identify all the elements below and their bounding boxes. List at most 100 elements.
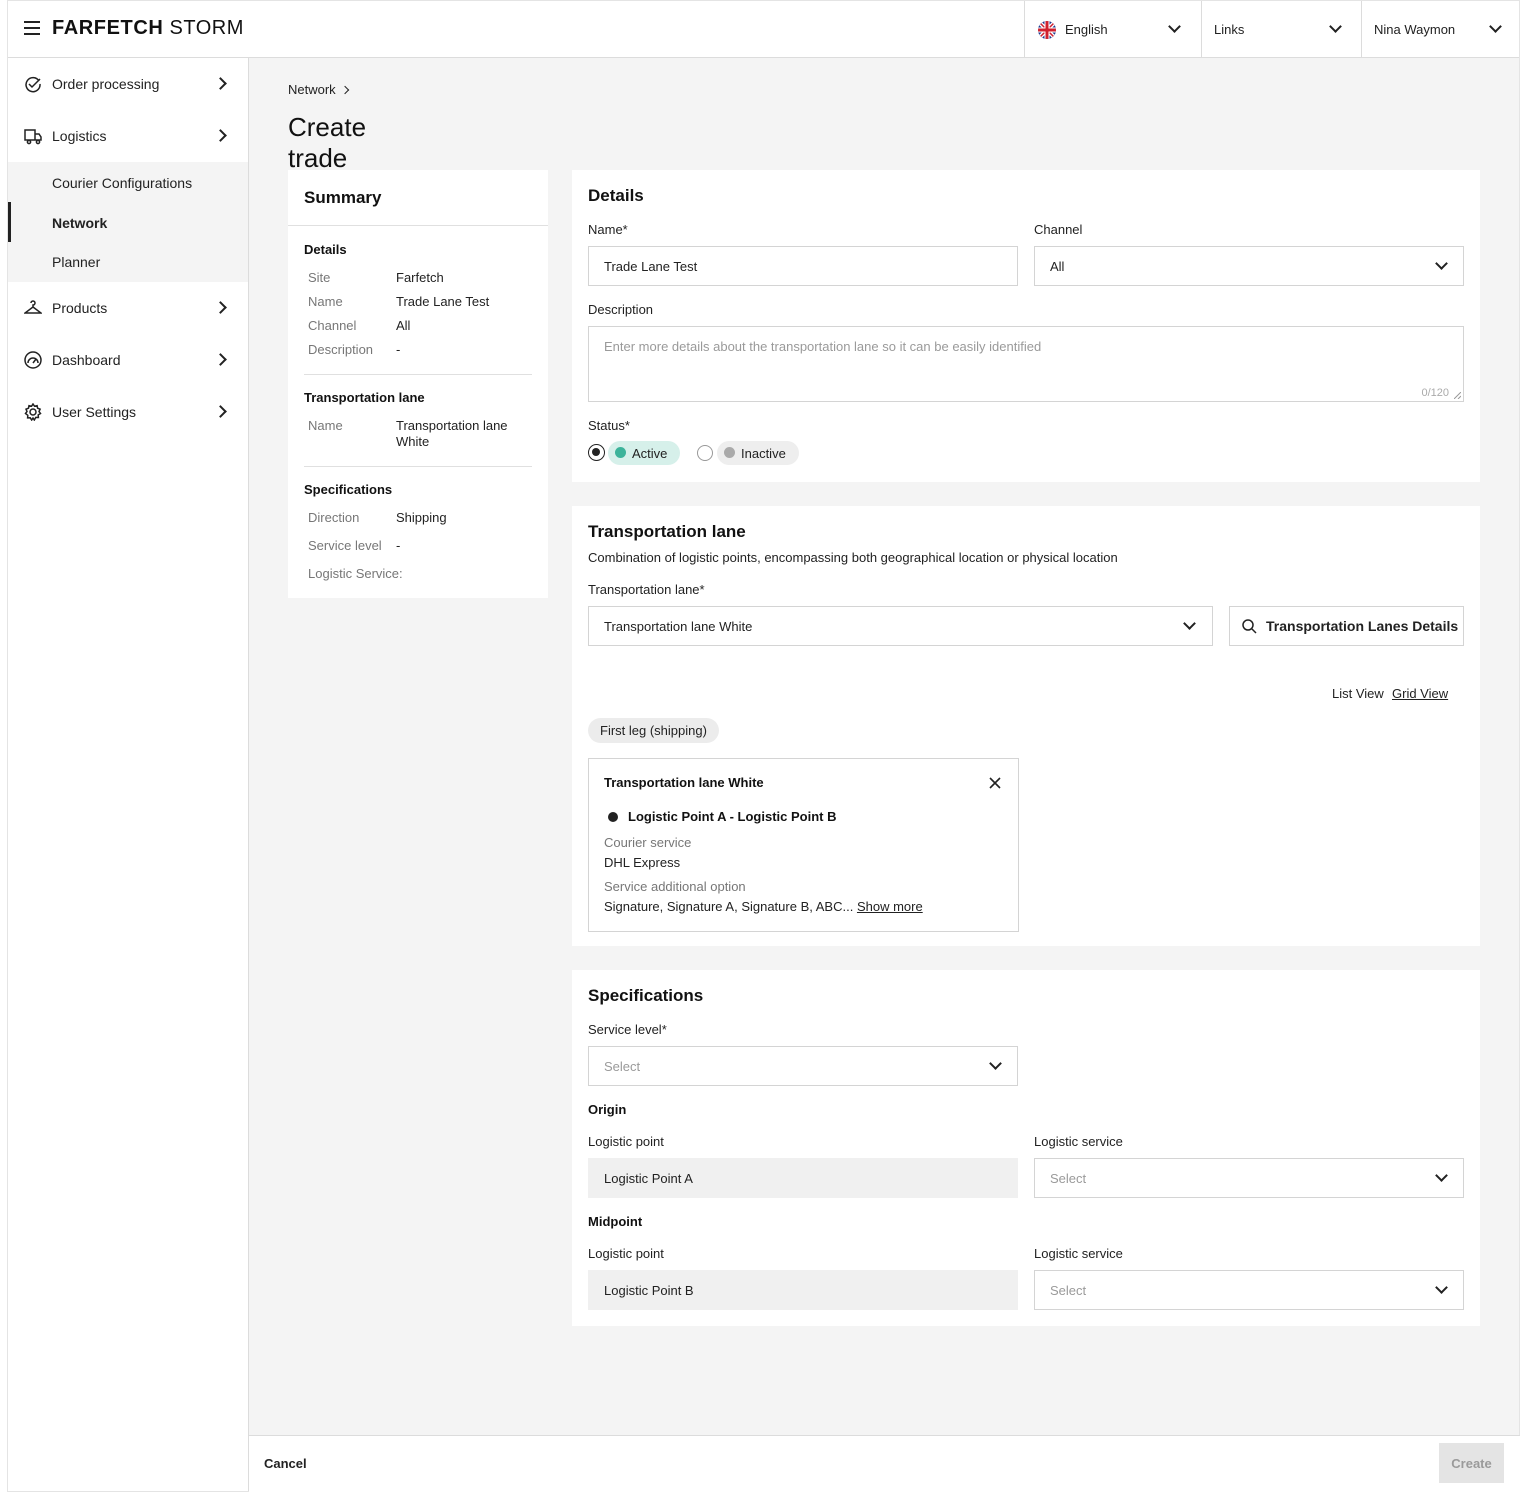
status-inactive-label: Inactive (741, 445, 786, 461)
service-option-label: Service additional option (604, 879, 746, 894)
character-counter: 0/120 (1421, 387, 1449, 399)
name-value: Trade Lane Test (604, 258, 698, 274)
chevron-right-icon (214, 405, 227, 418)
gauge-icon (24, 351, 42, 369)
sidebar-subitem-planner[interactable]: Planner (52, 254, 100, 270)
hamburger-menu-icon[interactable] (24, 21, 40, 35)
summary-spec-heading: Specifications (304, 482, 393, 497)
transportation-lane-section: Transportation lane Combination of logis… (572, 506, 1480, 946)
truck-icon (24, 129, 42, 145)
search-icon (1242, 619, 1257, 634)
chevron-right-icon (214, 77, 227, 90)
breadcrumb: Network (288, 82, 349, 97)
midpoint-heading: Midpoint (588, 1214, 643, 1229)
summary-panel: Summary Details Site Farfetch Name Trade… (288, 170, 548, 598)
summary-value: Shipping (396, 510, 447, 525)
inactive-dot-icon (724, 447, 735, 458)
sidebar-item-label: User Settings (52, 404, 137, 420)
midpoint-logistic-point-field: Logistic Point B (588, 1270, 1018, 1310)
channel-value: All (1050, 258, 1065, 274)
chevron-down-icon (1329, 20, 1342, 33)
transportation-lane-select[interactable]: Transportation lane White (588, 606, 1213, 646)
description-textarea[interactable]: Enter more details about the transportat… (588, 326, 1464, 402)
sidebar-item-products[interactable]: Products (8, 283, 249, 333)
description-placeholder: Enter more details about the transportat… (604, 339, 1042, 354)
channel-select[interactable]: All (1034, 246, 1464, 286)
divider (304, 466, 532, 467)
lane-route: Logistic Point A - Logistic Point B (628, 809, 837, 824)
top-bar: FARFETCH STORM English Links Nina Waymon (8, 1, 1519, 58)
specifications-title: Specifications (588, 986, 704, 1005)
transportation-lane-field-label: Transportation lane* (588, 582, 705, 597)
summary-value: All (396, 318, 411, 333)
active-dot-icon (615, 447, 626, 458)
chevron-right-icon (214, 301, 227, 314)
transportation-lane-subtitle: Combination of logistic points, encompas… (588, 550, 1118, 565)
summary-key: Channel (308, 318, 357, 333)
summary-key: Site (308, 270, 331, 285)
midpoint-logistic-point-value: Logistic Point B (604, 1282, 694, 1298)
chevron-right-icon (214, 129, 227, 142)
summary-value: - (396, 342, 401, 357)
service-level-placeholder: Select (604, 1058, 641, 1074)
gear-icon (24, 403, 42, 421)
sidebar-subitem-courier-configurations[interactable]: Courier Configurations (52, 175, 192, 191)
sidebar-item-label: Logistics (52, 128, 107, 144)
brand-logo[interactable]: FARFETCH STORM (52, 17, 244, 40)
summary-key: Description (308, 342, 374, 357)
status-inactive-chip[interactable]: Inactive (717, 441, 799, 465)
summary-key: Service level (308, 538, 382, 553)
summary-value: Transportation lane White (396, 418, 508, 449)
create-button[interactable]: Create (1439, 1443, 1504, 1483)
lane-card: Transportation lane White Logistic Point… (588, 758, 1019, 932)
links-menu[interactable]: Links (1201, 1, 1361, 58)
cancel-button[interactable]: Cancel (264, 1456, 307, 1471)
status-active-label: Active (632, 445, 668, 461)
details-title: Details (588, 186, 644, 205)
origin-logistic-point-value: Logistic Point A (604, 1170, 693, 1186)
footer-action-bar: Cancel Create (249, 1435, 1520, 1492)
sidebar-subitem-network[interactable]: Network (52, 215, 107, 231)
description-label: Description (588, 302, 654, 317)
grid-view-toggle[interactable]: Grid View (1392, 686, 1448, 701)
midpoint-logistic-service-placeholder: Select (1050, 1282, 1087, 1298)
divider (304, 374, 532, 375)
list-view-toggle[interactable]: List View (1332, 686, 1384, 701)
origin-logistic-service-select[interactable]: Select (1034, 1158, 1464, 1198)
logistics-submenu: Courier Configurations Network Planner (8, 162, 248, 282)
status-inactive-radio[interactable] (697, 445, 713, 461)
name-input[interactable]: Trade Lane Test (588, 246, 1018, 286)
sidebar-item-order-processing[interactable]: Order processing (8, 59, 249, 109)
summary-key: Name (308, 418, 343, 433)
midpoint-logistic-service-label: Logistic service (1034, 1246, 1123, 1261)
uk-flag-icon (1038, 21, 1056, 39)
details-button-label: Transportation Lanes Details (1266, 618, 1459, 634)
chevron-down-icon (1435, 1169, 1448, 1182)
user-menu[interactable]: Nina Waymon (1361, 1, 1519, 58)
origin-logistic-service-label: Logistic service (1034, 1134, 1123, 1149)
sidebar-item-dashboard[interactable]: Dashboard (8, 335, 249, 385)
name-label: Name* (588, 222, 628, 237)
active-indicator (8, 202, 11, 242)
transportation-lanes-details-button[interactable]: Transportation Lanes Details (1229, 606, 1464, 646)
status-active-radio[interactable] (588, 444, 605, 461)
close-icon[interactable] (989, 777, 1001, 789)
courier-service-label: Courier service (604, 835, 692, 850)
service-option-value: Signature, Signature A, Signature B, ABC… (604, 899, 854, 914)
chevron-right-icon (214, 353, 227, 366)
resize-handle-icon[interactable] (1454, 392, 1461, 399)
show-more-link[interactable]: Show more (857, 899, 923, 914)
summary-details-heading: Details (304, 242, 347, 257)
midpoint-logistic-service-select[interactable]: Select (1034, 1270, 1464, 1310)
language-selector[interactable]: English (1024, 1, 1201, 58)
summary-value: Trade Lane Test (396, 294, 490, 309)
language-label: English (1065, 22, 1108, 37)
sidebar-item-logistics[interactable]: Logistics (8, 111, 249, 161)
status-active-chip[interactable]: Active (608, 441, 681, 465)
service-level-select[interactable]: Select (588, 1046, 1018, 1086)
sidebar-item-user-settings[interactable]: User Settings (8, 387, 249, 437)
breadcrumb-network-link[interactable]: Network (288, 82, 336, 97)
origin-heading: Origin (588, 1102, 627, 1117)
summary-key: Name (308, 294, 343, 309)
chevron-down-icon (1168, 20, 1181, 33)
